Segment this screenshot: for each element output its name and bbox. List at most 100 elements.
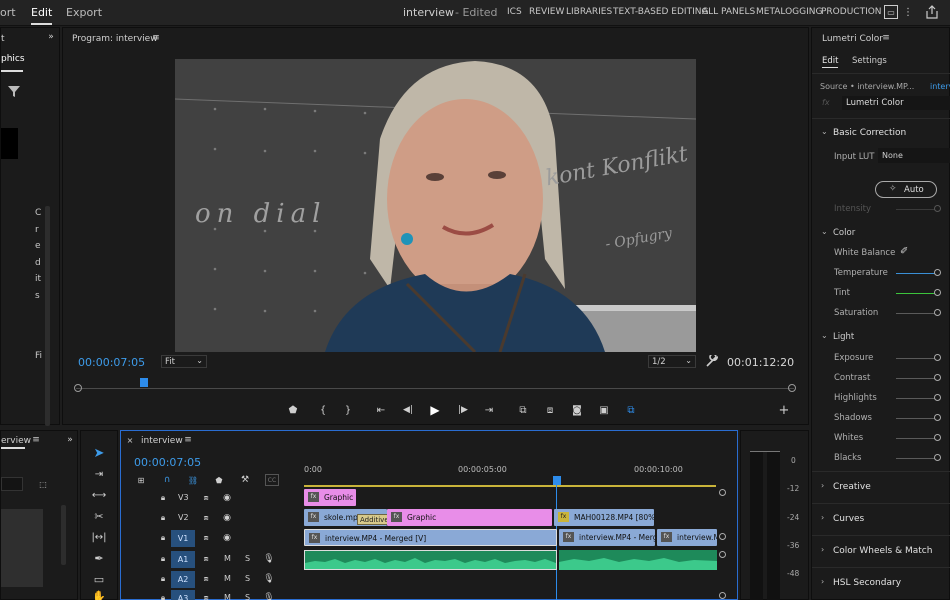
source-link[interactable]: interv (930, 82, 950, 91)
audio-clip-a1[interactable] (304, 550, 557, 570)
blacks-slider[interactable] (896, 458, 936, 459)
settings-wrench-icon[interactable] (705, 355, 718, 368)
panel-menu-icon[interactable]: ≡ (183, 435, 193, 445)
mute-button[interactable]: M (224, 574, 231, 583)
temperature-knob[interactable] (934, 269, 941, 276)
graphics-tab[interactable]: phics (1, 54, 25, 64)
exposure-knob[interactable] (934, 354, 941, 361)
section-basic-correction[interactable]: Basic Correction (833, 128, 906, 138)
selection-tool-icon[interactable]: ➤ (91, 445, 107, 461)
lock-icon[interactable]: 🔒︎ (158, 532, 168, 544)
pen-tool-icon[interactable]: ✒ (91, 550, 107, 566)
zoom-handle[interactable] (719, 533, 726, 540)
playhead[interactable] (140, 378, 148, 387)
razor-tool-icon[interactable]: ✂ (91, 508, 107, 524)
scrollbar[interactable] (45, 206, 50, 426)
share-icon[interactable] (924, 4, 940, 20)
new-bin-icon[interactable]: ⬚ (37, 479, 49, 489)
sync-lock-icon[interactable]: ⧈ (200, 592, 212, 600)
microphone-icon[interactable]: 🎙︎ (263, 553, 274, 565)
chevron-down-icon[interactable]: ⌄ (821, 331, 828, 340)
section-light[interactable]: Light (833, 332, 854, 342)
program-scrub-bar[interactable] (74, 378, 796, 392)
chevron-down-icon[interactable]: ⌄ (821, 227, 828, 236)
add-marker-icon[interactable]: ⬟ (285, 402, 301, 418)
rectangle-tool-icon[interactable]: ▭ (91, 571, 107, 587)
tint-slider[interactable] (896, 293, 936, 294)
exposure-slider[interactable] (896, 358, 936, 359)
clip-v1-merged[interactable]: fx interview.MP4 - Merged [V] (304, 529, 557, 546)
snap-icon[interactable]: ∩ (161, 474, 173, 486)
track-target-toggle[interactable]: V1 (171, 530, 195, 547)
zoom-handle[interactable] (719, 592, 726, 599)
settings-wrench-icon[interactable]: ⚒ (239, 474, 251, 486)
chevron-right-icon[interactable]: › (821, 577, 824, 586)
ripple-edit-tool-icon[interactable]: ⟷ (91, 487, 107, 503)
scrollbar[interactable] (61, 505, 66, 565)
workspace-tab[interactable]: TEXT-BASED EDITING (613, 7, 708, 17)
section-color-wheels[interactable]: Color Wheels & Match (833, 546, 932, 556)
timeline-tab[interactable]: interview (141, 436, 183, 446)
blacks-knob[interactable] (934, 454, 941, 461)
input-lut-dropdown[interactable]: None (878, 148, 950, 163)
more-icon[interactable]: ⋮ (903, 5, 913, 19)
add-button-icon[interactable]: + (776, 402, 792, 418)
timeline-playhead[interactable] (553, 476, 561, 485)
filter-icon[interactable] (7, 84, 21, 98)
contrast-knob[interactable] (934, 374, 941, 381)
solo-button[interactable]: S (245, 593, 250, 600)
sync-lock-icon[interactable]: ⧈ (200, 492, 212, 504)
panel-menu-icon[interactable]: ≡ (151, 33, 161, 43)
workspace-tab[interactable]: PRODUCTION (821, 7, 882, 17)
panel-menu-icon[interactable]: ≡ (31, 435, 41, 445)
mute-button[interactable]: M (224, 554, 231, 563)
sync-lock-icon[interactable]: ⧈ (200, 512, 212, 524)
workspace-tab[interactable]: LIBRARIES (566, 7, 612, 17)
whites-knob[interactable] (934, 434, 941, 441)
play-icon[interactable]: ▶ (427, 402, 443, 418)
work-area-bar[interactable] (304, 485, 716, 487)
whites-slider[interactable] (896, 438, 936, 439)
lock-icon[interactable]: 🔒︎ (158, 512, 168, 524)
eye-icon[interactable]: ◉ (221, 512, 233, 524)
project-tab[interactable]: erview (1, 436, 31, 446)
eye-icon[interactable]: ◉ (221, 492, 233, 504)
linked-selection-icon[interactable]: ⛓ (187, 474, 199, 486)
menu-export[interactable]: Export (66, 6, 102, 19)
shadows-knob[interactable] (934, 414, 941, 421)
section-creative[interactable]: Creative (833, 482, 871, 492)
chevron-right-icon[interactable]: › (821, 513, 824, 522)
track-select-tool-icon[interactable]: ⇥ (91, 466, 107, 482)
captions-icon[interactable]: CC (265, 474, 279, 486)
panel-menu-icon[interactable]: ≡ (881, 33, 891, 43)
lock-icon[interactable]: 🔒︎ (158, 573, 168, 585)
hand-tool-icon[interactable]: ✋ (91, 590, 107, 600)
effect-selector[interactable]: Lumetri Color (842, 96, 950, 110)
contrast-slider[interactable] (896, 378, 936, 379)
track-target-toggle[interactable]: A2 (171, 571, 195, 588)
chevron-down-icon[interactable]: ⌄ (821, 127, 828, 136)
go-to-in-icon[interactable]: ⇤ (373, 402, 389, 418)
track-target-toggle[interactable]: A3 (171, 590, 195, 600)
expand-panels-icon[interactable]: » (45, 31, 57, 43)
step-forward-icon[interactable]: |▶ (455, 402, 471, 418)
lock-icon[interactable]: 🔒︎ (158, 492, 168, 504)
temperature-slider[interactable] (896, 273, 936, 274)
sync-lock-icon[interactable]: ⧈ (200, 532, 212, 544)
menu-import[interactable]: ort (0, 6, 16, 19)
tint-knob[interactable] (934, 289, 941, 296)
menu-edit[interactable]: Edit (31, 6, 53, 25)
workspace-tab[interactable]: METALOGGING (756, 7, 823, 17)
add-marker-icon[interactable]: ⬟ (213, 474, 225, 486)
microphone-icon[interactable]: 🎙︎ (263, 592, 274, 600)
shadows-slider[interactable] (896, 418, 936, 419)
clip-v2-graphic[interactable]: fx Graphic (387, 509, 552, 526)
eyedropper-icon[interactable]: ✐ (900, 246, 908, 257)
zoom-handle[interactable] (719, 551, 726, 558)
search-input[interactable] (1, 477, 23, 491)
zoom-handle[interactable] (719, 489, 726, 496)
comparison-view-icon[interactable]: ▣ (596, 402, 612, 418)
saturation-slider[interactable] (896, 313, 936, 314)
eye-icon[interactable]: ◉ (221, 532, 233, 544)
mark-out-icon[interactable]: } (340, 402, 356, 418)
